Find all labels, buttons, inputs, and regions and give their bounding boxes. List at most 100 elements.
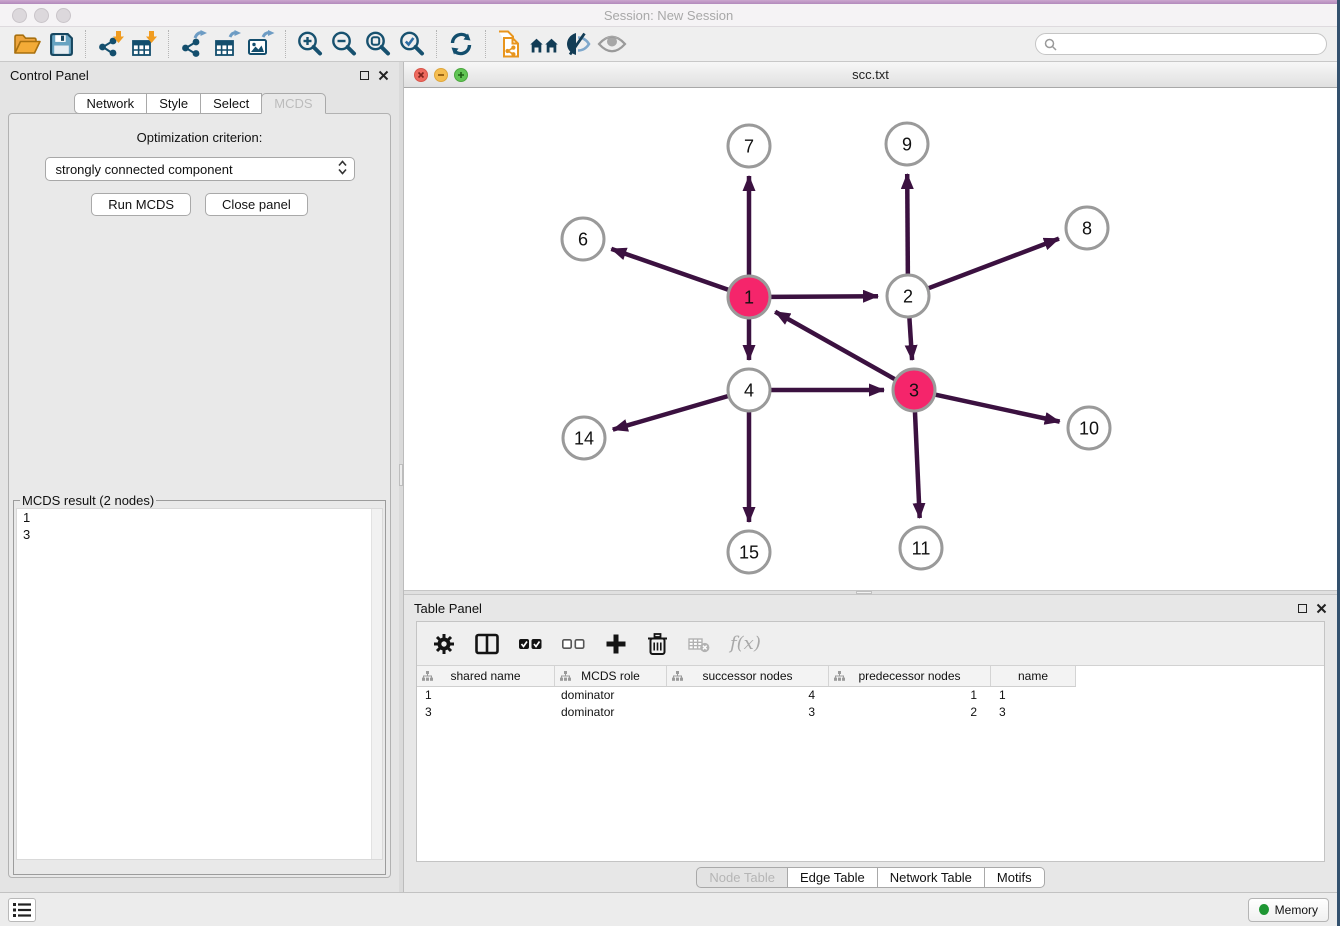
graph-edge-3-11[interactable] [915,412,920,518]
graph-node-6[interactable]: 6 [562,218,604,260]
svg-text:2: 2 [903,287,913,307]
graph-edge-2-8[interactable] [929,239,1059,289]
add-column-icon[interactable] [605,633,627,655]
mcds-result-list[interactable]: 1 3 [16,508,383,860]
titlebar: Session: New Session [0,4,1337,27]
svg-text:9: 9 [902,135,912,155]
tab-mcds[interactable]: MCDS [261,93,325,114]
column-header-mcds-role[interactable]: MCDS role [555,666,667,686]
graph-node-4[interactable]: 4 [728,369,770,411]
minimize-window-icon[interactable] [34,8,49,23]
optimization-criterion-label: Optimization criterion: [9,130,390,145]
cell-shared-name: 3 [417,704,555,721]
table-settings-icon[interactable] [433,633,455,655]
graph-node-3[interactable]: 3 [893,369,935,411]
export-image-icon[interactable] [244,29,278,59]
minimize-network-icon[interactable] [434,68,448,82]
svg-text:10: 10 [1079,419,1099,439]
graph-edge-2-3[interactable] [909,318,912,360]
open-session-icon[interactable] [10,29,44,59]
function-builder-icon[interactable]: f(x) [730,633,761,654]
delete-column-icon[interactable] [647,632,668,656]
apply-preferred-layout-icon[interactable] [527,29,561,59]
close-table-panel-icon[interactable] [1316,603,1327,614]
criterion-select[interactable]: strongly connected component [45,157,355,181]
graph-node-14[interactable]: 14 [563,417,605,459]
maximize-window-icon[interactable] [56,8,71,23]
graph-node-9[interactable]: 9 [886,123,928,165]
network-canvas[interactable]: 7 9 6 8 1 2 4 3 14 10 15 11 [404,88,1337,590]
svg-text:8: 8 [1082,219,1092,239]
graph-node-1[interactable]: 1 [728,276,770,318]
tab-motifs[interactable]: Motifs [984,867,1045,888]
cell-predecessor-nodes: 2 [829,704,991,721]
window-title: Session: New Session [0,8,1337,23]
toggle-graphics-details-icon[interactable] [561,29,595,59]
graph-edge-4-14[interactable] [613,396,728,429]
zoom-fit-icon[interactable] [361,29,395,59]
task-history-button[interactable] [8,898,36,922]
column-header-successor-nodes[interactable]: successor nodes [667,666,829,686]
tab-network[interactable]: Network [74,93,148,114]
export-table-icon[interactable] [210,29,244,59]
float-table-panel-icon[interactable] [1298,604,1307,613]
new-network-from-selection-icon[interactable] [493,29,527,59]
cell-shared-name: 1 [417,687,555,704]
graph-edge-2-9[interactable] [907,174,908,274]
refresh-icon[interactable] [444,29,478,59]
tab-select[interactable]: Select [200,93,262,114]
horizontal-splitter[interactable] [404,590,1337,595]
graph-node-11[interactable]: 11 [900,527,942,569]
zoom-in-icon[interactable] [293,29,327,59]
graph-edge-1-6[interactable] [611,249,728,290]
network-window-titlebar[interactable]: scc.txt [404,62,1337,88]
tab-style[interactable]: Style [146,93,201,114]
cell-successor-nodes: 3 [667,704,829,721]
delete-table-icon[interactable] [688,635,710,653]
tab-network-table[interactable]: Network Table [877,867,985,888]
column-header-shared-name[interactable]: shared name [417,666,555,686]
graph-node-2[interactable]: 2 [887,275,929,317]
criterion-value: strongly connected component [56,162,233,177]
graph-edge-3-1[interactable] [775,312,895,379]
memory-button[interactable]: Memory [1248,898,1329,922]
column-header-predecessor-nodes[interactable]: predecessor nodes [829,666,991,686]
select-all-rows-icon[interactable] [519,636,542,652]
import-network-icon[interactable] [93,29,127,59]
table-panel: Table Panel f(x) [404,595,1337,892]
zoom-network-icon[interactable] [454,68,468,82]
save-session-icon[interactable] [44,29,78,59]
search-icon [1044,38,1057,51]
float-panel-icon[interactable] [360,71,369,80]
graph-edge-3-10[interactable] [935,395,1059,422]
column-visibility-icon[interactable] [475,633,499,655]
import-table-icon[interactable] [127,29,161,59]
graph-node-7[interactable]: 7 [728,125,770,167]
zoom-selected-icon[interactable] [395,29,429,59]
tab-node-table[interactable]: Node Table [696,867,788,888]
zoom-out-icon[interactable] [327,29,361,59]
tab-edge-table[interactable]: Edge Table [787,867,878,888]
export-network-icon[interactable] [176,29,210,59]
result-scrollbar[interactable] [371,509,382,859]
close-panel-icon[interactable] [378,70,389,81]
graph-edge-1-2[interactable] [771,296,878,297]
vertical-splitter[interactable] [399,62,403,892]
graph-node-15[interactable]: 15 [728,531,770,573]
close-window-icon[interactable] [12,8,27,23]
cell-name: 1 [991,687,1076,704]
task-list-icon [13,902,31,918]
table-row[interactable]: 3 dominator 3 2 3 [417,704,1324,721]
graph-node-10[interactable]: 10 [1068,407,1110,449]
search-box[interactable] [1035,33,1327,55]
table-row[interactable]: 1 dominator 4 1 1 [417,687,1324,704]
close-network-icon[interactable] [414,68,428,82]
deselect-all-rows-icon[interactable] [562,636,585,652]
close-panel-button[interactable]: Close panel [205,193,308,216]
search-input[interactable] [1062,37,1318,51]
graph-node-8[interactable]: 8 [1066,207,1108,249]
window-controls [12,8,71,23]
run-mcds-button[interactable]: Run MCDS [91,193,191,216]
show-hide-eye-icon[interactable] [595,29,629,59]
column-header-name[interactable]: name [991,666,1076,686]
